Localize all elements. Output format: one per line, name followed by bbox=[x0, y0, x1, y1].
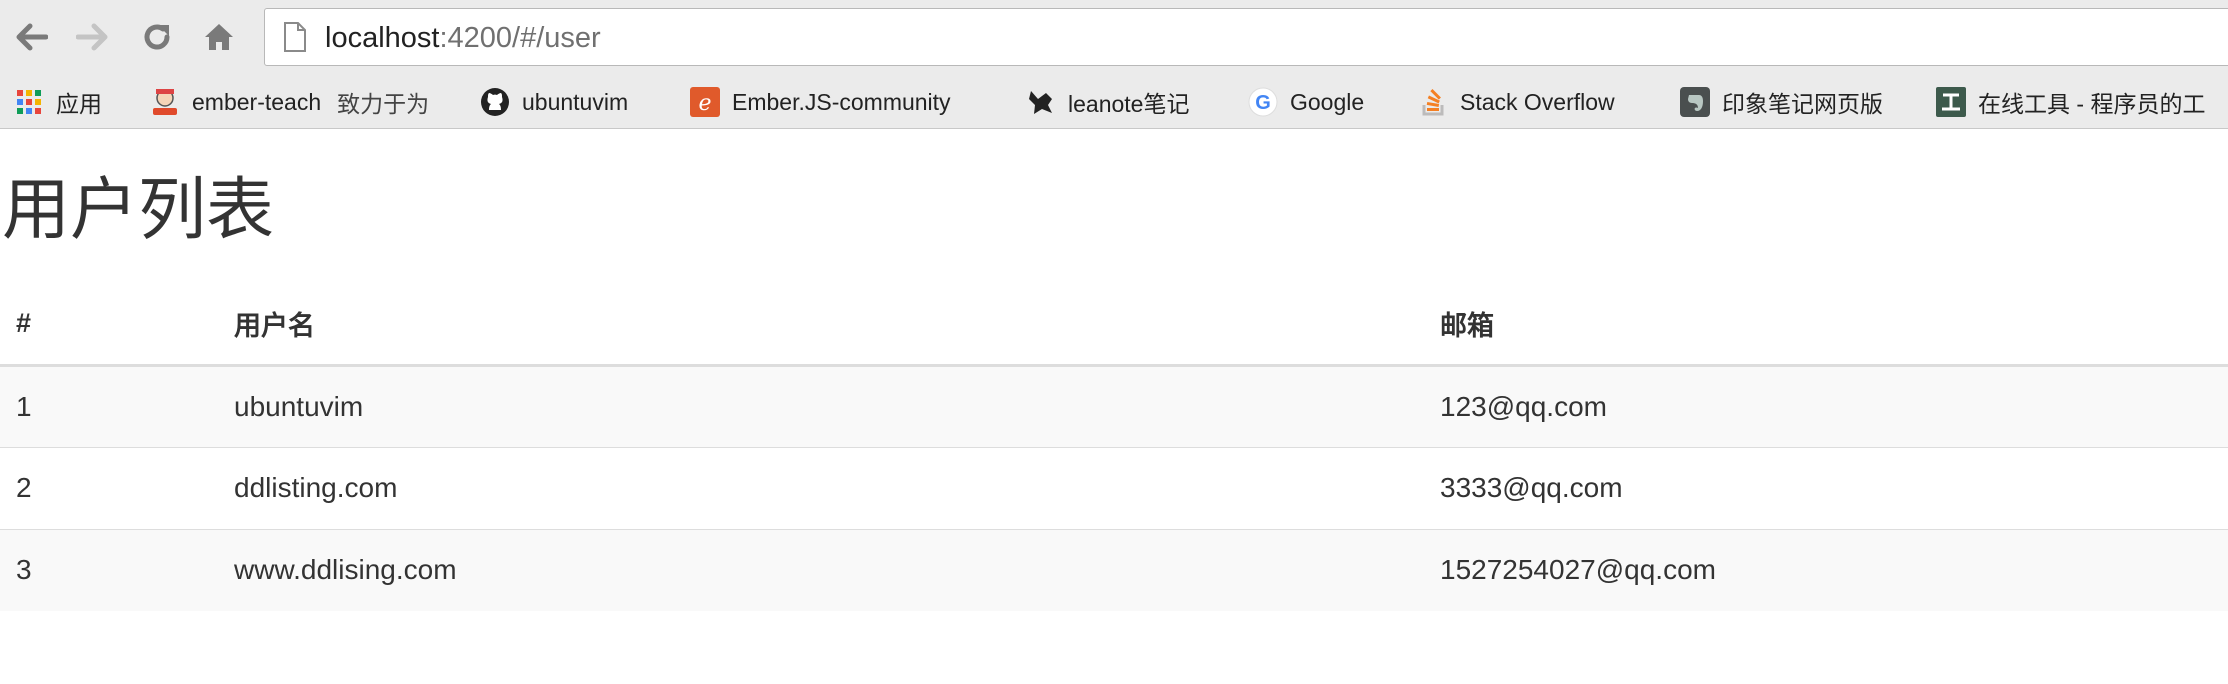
arrow-left-icon bbox=[16, 23, 48, 51]
ember-teach-icon bbox=[150, 87, 180, 117]
bookmark-label: Google bbox=[1290, 88, 1365, 115]
github-icon bbox=[480, 87, 510, 117]
apps-grid-icon bbox=[14, 87, 44, 117]
ember-community-icon: e bbox=[690, 87, 720, 117]
browser-toolbar: localhost:4200/#/user bbox=[0, 0, 2228, 76]
column-header-username: 用户名 bbox=[234, 283, 1440, 367]
cell-username: ddlisting.com bbox=[234, 447, 1440, 530]
svg-text:e: e bbox=[698, 91, 711, 116]
cell-email: 123@qq.com bbox=[1440, 365, 2228, 448]
bookmark-evernote[interactable]: 印象笔记网页版 bbox=[1680, 82, 1883, 122]
google-icon: G bbox=[1248, 87, 1278, 117]
bookmark-leanote[interactable]: leanote笔记 bbox=[1026, 82, 1189, 122]
cell-username: ubuntuvim bbox=[234, 365, 1440, 448]
users-table: # 用户名 邮箱 1 ubuntuvim 123@qq.com 2 ddlist… bbox=[0, 283, 2228, 611]
table-row: 3 www.ddlising.com 1527254027@qq.com bbox=[0, 529, 2228, 611]
bookmark-ember-teach[interactable]: ember-teach 致力于为 bbox=[150, 82, 429, 122]
bookmark-google[interactable]: G Google bbox=[1248, 82, 1364, 122]
reload-button[interactable] bbox=[134, 14, 180, 60]
evernote-icon bbox=[1680, 87, 1710, 117]
cell-id: 3 bbox=[16, 554, 32, 586]
bookmarks-bar: 应用 ember-teach 致力于为 ubuntuvim e Ember.JS… bbox=[0, 76, 2228, 128]
cell-email: 3333@qq.com bbox=[1440, 447, 2228, 530]
forward-button[interactable] bbox=[70, 14, 116, 60]
page-content: 用户列表 # 用户名 邮箱 1 ubuntuvim 123@qq.com 2 d… bbox=[0, 129, 2228, 684]
table-row: 2 ddlisting.com 3333@qq.com bbox=[0, 447, 2228, 530]
bookmark-label: 在线工具 - 程序员的工 bbox=[1978, 91, 2206, 117]
online-tools-icon bbox=[1936, 87, 1966, 117]
bookmark-label: leanote笔记 bbox=[1068, 91, 1190, 117]
page-icon bbox=[284, 22, 306, 52]
cell-id: 2 bbox=[0, 447, 234, 530]
table-header-row: # 用户名 邮箱 bbox=[0, 283, 2228, 367]
bookmark-note: 致力于为 bbox=[337, 91, 430, 117]
address-bar[interactable]: localhost:4200/#/user bbox=[264, 8, 2228, 66]
url-text[interactable]: localhost:4200/#/user bbox=[325, 21, 601, 55]
leanote-icon bbox=[1026, 87, 1056, 117]
cell-email: 1527254027@qq.com bbox=[1440, 554, 1716, 586]
bookmark-apps[interactable]: 应用 bbox=[14, 82, 102, 122]
stackoverflow-icon bbox=[1418, 87, 1448, 117]
browser-chrome: localhost:4200/#/user 应用 ember-teach 致力于… bbox=[0, 0, 2228, 129]
bookmark-label: ember-teach bbox=[192, 88, 322, 115]
cell-id: 1 bbox=[0, 365, 234, 448]
bookmark-label: 应用 bbox=[56, 91, 102, 117]
bookmark-label: 印象笔记网页版 bbox=[1722, 91, 1883, 117]
url-path: :4200/#/user bbox=[439, 22, 601, 54]
table-row: 1 ubuntuvim 123@qq.com bbox=[0, 365, 2228, 448]
bookmark-label: ubuntuvim bbox=[522, 88, 629, 115]
cell-username: www.ddlising.com bbox=[234, 554, 457, 586]
bookmark-label: Ember.JS-community bbox=[732, 88, 951, 115]
bookmark-ubuntuvim[interactable]: ubuntuvim bbox=[480, 82, 628, 122]
back-button[interactable] bbox=[8, 14, 54, 60]
svg-text:G: G bbox=[1255, 92, 1271, 114]
bookmark-stackoverflow[interactable]: Stack Overflow bbox=[1418, 82, 1615, 122]
page-title: 用户列表 bbox=[2, 171, 275, 250]
column-header-id: # bbox=[0, 283, 234, 367]
url-host: localhost bbox=[325, 22, 440, 54]
bookmark-ember-community[interactable]: e Ember.JS-community bbox=[690, 82, 951, 122]
home-icon bbox=[205, 24, 233, 50]
home-button[interactable] bbox=[196, 14, 242, 60]
bookmark-online-tools[interactable]: 在线工具 - 程序员的工 bbox=[1936, 82, 2205, 122]
reload-icon bbox=[144, 24, 170, 50]
arrow-right-icon bbox=[76, 23, 108, 51]
bookmark-label: Stack Overflow bbox=[1460, 88, 1615, 115]
column-header-email: 邮箱 bbox=[1440, 283, 2228, 367]
